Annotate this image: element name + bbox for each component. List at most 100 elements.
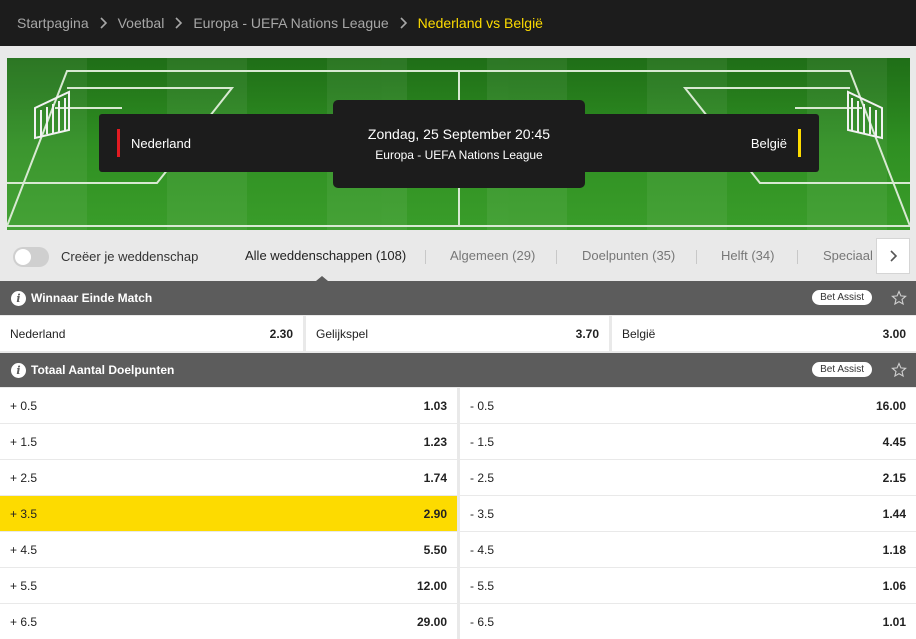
outcome-price: 1.74 xyxy=(423,470,447,485)
outcome-label: België xyxy=(622,326,656,341)
match-info: Zondag, 25 September 20:45 Europa - UEFA… xyxy=(333,100,585,188)
tab-general[interactable]: Algemeen (29) xyxy=(450,248,535,263)
tabs-scroll-right-button[interactable] xyxy=(876,238,910,274)
outcome-price: 12.00 xyxy=(416,578,447,593)
odd-over-selected[interactable]: + 3.5 2.90 xyxy=(0,496,457,531)
away-team-color xyxy=(798,129,801,157)
outcome-price: 3.70 xyxy=(575,326,599,341)
outcome-price: 2.90 xyxy=(423,506,447,521)
outcome-label: - 6.5 xyxy=(470,614,495,629)
chevron-right-icon xyxy=(99,17,108,29)
chevron-right-icon xyxy=(174,17,183,29)
outcome-price: 16.00 xyxy=(875,398,906,413)
odd-over[interactable]: + 2.5 1.74 xyxy=(0,460,457,495)
odd-under[interactable]: - 3.5 1.44 xyxy=(460,496,916,531)
market-row: Nederland 2.30 Gelijkspel 3.70 België 3.… xyxy=(0,316,916,351)
outcome-label: + 2.5 xyxy=(10,470,38,485)
outcome-label: + 1.5 xyxy=(10,434,38,449)
tab-divider xyxy=(696,250,697,264)
info-icon[interactable]: i xyxy=(11,362,26,378)
odd-under[interactable]: - 4.5 1.18 xyxy=(460,532,916,567)
match-competition: Europa - UEFA Nations League xyxy=(375,148,543,162)
tab-half[interactable]: Helft (34) xyxy=(721,248,774,263)
outcome-label: - 4.5 xyxy=(470,542,495,557)
outcome-price: 4.45 xyxy=(882,434,906,449)
odd-over[interactable]: + 4.5 5.50 xyxy=(0,532,457,567)
tab-divider xyxy=(797,250,798,264)
chevron-right-icon xyxy=(399,17,408,29)
bet-assist-button[interactable]: Bet Assist xyxy=(812,290,872,305)
odd-over[interactable]: + 6.5 29.00 xyxy=(0,604,457,639)
home-team-color xyxy=(117,129,120,157)
outcome-label: - 1.5 xyxy=(470,434,495,449)
goals-row: + 6.5 29.00 - 6.5 1.01 xyxy=(0,604,916,639)
odd-under[interactable]: - 6.5 1.01 xyxy=(460,604,916,639)
breadcrumb-home[interactable]: Startpagina xyxy=(17,15,89,31)
outcome-price: 3.00 xyxy=(882,326,906,341)
breadcrumb-current: Nederland vs België xyxy=(417,15,543,31)
chevron-right-icon xyxy=(889,250,897,262)
outcome-price: 2.15 xyxy=(882,470,906,485)
outcome-label: + 3.5 xyxy=(10,506,38,521)
home-team-name: Nederland xyxy=(131,135,191,151)
odd-under[interactable]: - 2.5 2.15 xyxy=(460,460,916,495)
star-icon[interactable] xyxy=(891,290,907,306)
market-header-match-winner[interactable]: i Winnaar Einde Match Bet Assist xyxy=(0,281,916,315)
odd-over[interactable]: + 0.5 1.03 xyxy=(0,388,457,423)
tab-all-bets[interactable]: Alle weddenschappen (108) xyxy=(245,248,406,263)
goals-row: + 3.5 2.90 - 3.5 1.44 xyxy=(0,496,916,531)
tab-divider xyxy=(425,250,426,264)
match-date: Zondag, 25 September 20:45 xyxy=(367,126,551,142)
outcome-label: Gelijkspel xyxy=(316,326,369,341)
goals-row: + 2.5 1.74 - 2.5 2.15 xyxy=(0,460,916,495)
tab-special[interactable]: Speciaal ( xyxy=(823,248,881,263)
tab-divider xyxy=(556,250,557,264)
odd-draw[interactable]: Gelijkspel 3.70 xyxy=(306,316,609,351)
breadcrumb-competition[interactable]: Europa - UEFA Nations League xyxy=(193,15,388,31)
outcome-price: 29.00 xyxy=(416,614,447,629)
away-team-name: België xyxy=(750,135,787,151)
odd-under[interactable]: - 5.5 1.06 xyxy=(460,568,916,603)
outcome-price: 5.50 xyxy=(423,542,447,557)
info-icon[interactable]: i xyxy=(11,290,26,306)
outcome-label: + 5.5 xyxy=(10,578,38,593)
breadcrumb-sport[interactable]: Voetbal xyxy=(118,15,165,31)
odd-home[interactable]: Nederland 2.30 xyxy=(0,316,303,351)
market-header-total-goals[interactable]: i Totaal Aantal Doelpunten Bet Assist xyxy=(0,353,916,387)
breadcrumb: Startpagina Voetbal Europa - UEFA Nation… xyxy=(0,0,916,46)
market-tabs: Creëer je weddenschap Alle weddenschappe… xyxy=(0,238,916,281)
tab-goals[interactable]: Doelpunten (35) xyxy=(582,248,675,263)
market-title: Totaal Aantal Doelpunten xyxy=(31,363,175,377)
goals-row: + 4.5 5.50 - 4.5 1.18 xyxy=(0,532,916,567)
goals-row: + 1.5 1.23 - 1.5 4.45 xyxy=(0,424,916,459)
bet-builder-toggle[interactable] xyxy=(13,247,49,267)
outcome-price: 1.44 xyxy=(882,506,906,521)
outcome-label: - 5.5 xyxy=(470,578,495,593)
outcome-label: Nederland xyxy=(10,326,66,341)
outcome-label: - 3.5 xyxy=(470,506,495,521)
bet-builder-label: Creëer je weddenschap xyxy=(61,249,199,264)
outcome-price: 1.18 xyxy=(882,542,906,557)
star-icon[interactable] xyxy=(891,362,907,378)
goals-row: + 0.5 1.03 - 0.5 16.00 xyxy=(0,388,916,423)
odd-under[interactable]: - 0.5 16.00 xyxy=(460,388,916,423)
outcome-price: 2.30 xyxy=(269,326,293,341)
odd-over[interactable]: + 1.5 1.23 xyxy=(0,424,457,459)
odd-over[interactable]: + 5.5 12.00 xyxy=(0,568,457,603)
match-hero: Nederland België Zondag, 25 September 20… xyxy=(7,58,910,230)
odd-away[interactable]: België 3.00 xyxy=(612,316,916,351)
outcome-label: - 2.5 xyxy=(470,470,495,485)
away-team: België xyxy=(751,114,801,172)
outcome-price: 1.03 xyxy=(423,398,447,413)
outcome-price: 1.23 xyxy=(423,434,447,449)
outcome-label: - 0.5 xyxy=(470,398,495,413)
outcome-label: + 4.5 xyxy=(10,542,38,557)
bet-assist-button[interactable]: Bet Assist xyxy=(812,362,872,377)
outcome-price: 1.06 xyxy=(882,578,906,593)
odd-under[interactable]: - 1.5 4.45 xyxy=(460,424,916,459)
goals-row: + 5.5 12.00 - 5.5 1.06 xyxy=(0,568,916,603)
market-title: Winnaar Einde Match xyxy=(31,291,153,305)
outcome-label: + 6.5 xyxy=(10,614,38,629)
home-team: Nederland xyxy=(117,114,191,172)
outcome-price: 1.01 xyxy=(882,614,906,629)
